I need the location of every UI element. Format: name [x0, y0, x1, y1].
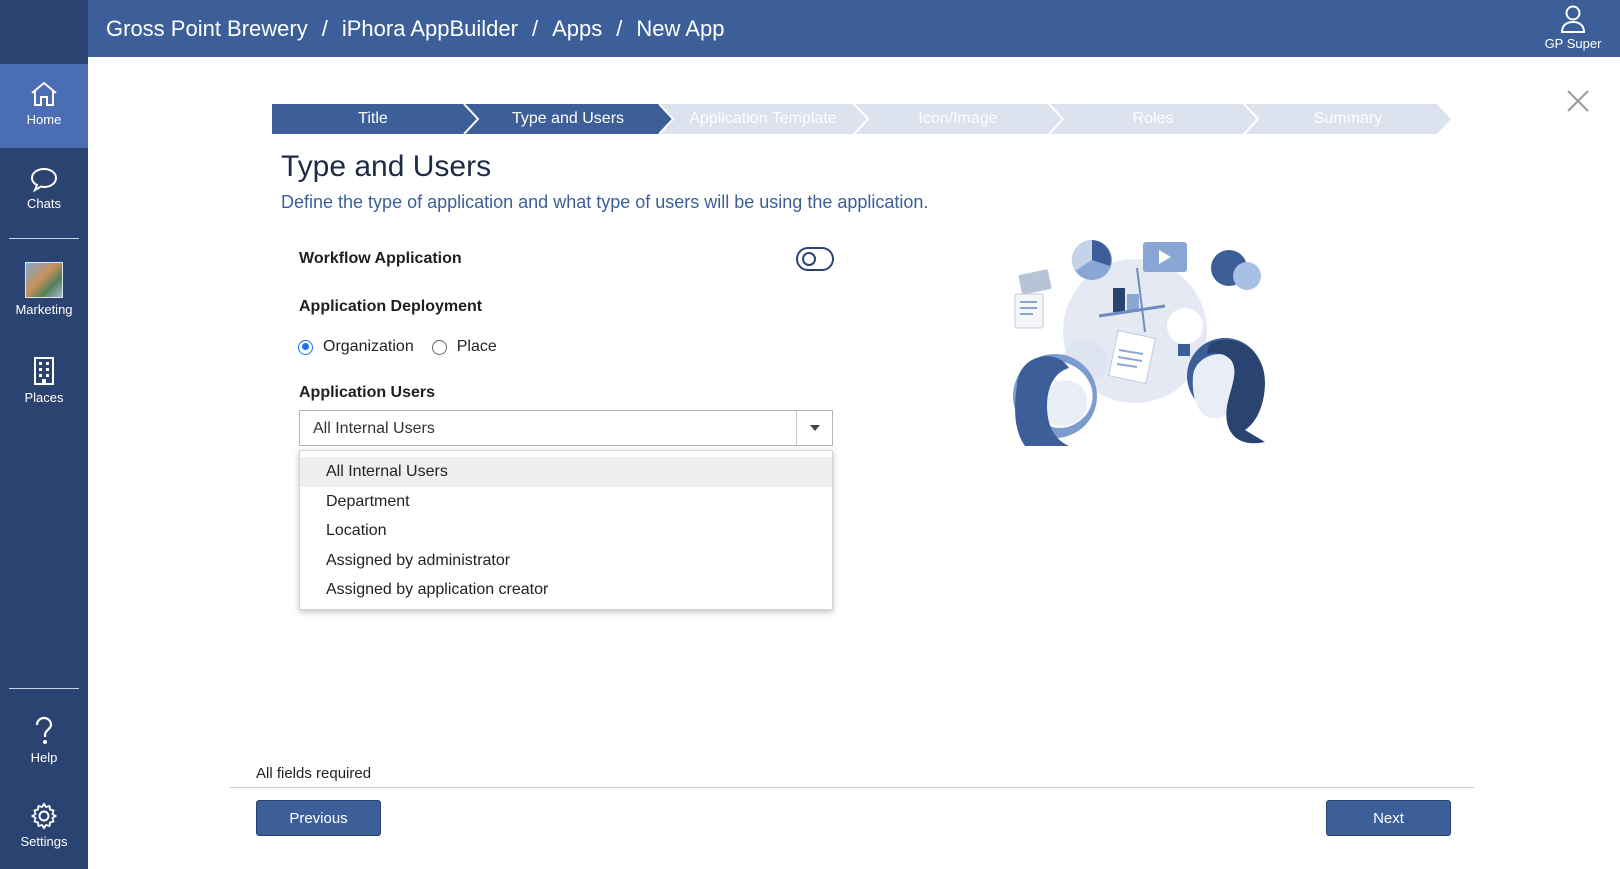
user-menu[interactable]: GP Super — [1540, 4, 1606, 51]
dropdown-option[interactable]: Location — [300, 516, 832, 546]
breadcrumb-separator: / — [531, 16, 539, 41]
deployment-radio-group: Organization Place — [298, 338, 515, 356]
sidebar-divider — [9, 238, 79, 239]
dropdown-option[interactable]: All Internal Users — [300, 457, 832, 487]
breadcrumb-item[interactable]: Apps — [552, 16, 602, 42]
deployment-label: Application Deployment — [299, 298, 483, 315]
radio-label: Organization — [323, 338, 414, 355]
required-fields-note: All fields required — [256, 765, 372, 782]
users-dropdown-menu: All Internal Users Department Location A… — [299, 450, 833, 610]
close-icon[interactable] — [1563, 86, 1593, 116]
sidebar-item-help[interactable]: Help — [0, 716, 88, 776]
caret-down-icon[interactable] — [796, 411, 832, 445]
step-type-and-users[interactable]: Type and Users — [478, 110, 658, 128]
sidebar-item-places[interactable]: Places — [0, 356, 88, 416]
breadcrumb-separator: / — [321, 16, 328, 41]
radio-dot — [431, 339, 447, 355]
page-subtitle: Define the type of application and what … — [281, 192, 929, 212]
marketing-thumbnail — [25, 262, 63, 298]
breadcrumb: Gross Point Brewery / iPhora AppBuilder … — [106, 16, 724, 42]
wizard-stepper: Title Type and Users Application Templat… — [272, 104, 1452, 134]
dropdown-option[interactable]: Department — [300, 487, 832, 517]
dropdown-option[interactable]: Assigned by application creator — [300, 575, 832, 605]
building-icon — [34, 357, 54, 385]
sidebar-item-label: Help — [30, 750, 58, 765]
step-application-template[interactable]: Application Template — [673, 110, 853, 128]
radio-label: Place — [456, 338, 497, 355]
step-roles[interactable]: Roles — [1063, 110, 1243, 128]
user-name: GP Super — [1544, 36, 1602, 51]
radio-place[interactable]: Place — [431, 338, 497, 356]
sidebar-item-label: Marketing — [15, 302, 73, 317]
breadcrumb-item[interactable]: Gross Point Brewery — [106, 16, 308, 42]
footer-divider — [230, 787, 1474, 788]
dropdown-option[interactable]: Assigned by administrator — [300, 546, 832, 576]
users-label: Application Users — [299, 384, 436, 401]
sidebar-item-chats[interactable]: Chats — [0, 148, 88, 232]
sidebar-item-label: Places — [24, 390, 64, 405]
gear-icon — [30, 802, 58, 830]
previous-button[interactable]: Previous — [256, 800, 381, 836]
sidebar-item-label: Chats — [27, 196, 61, 211]
sidebar-item-label: Home — [26, 112, 62, 127]
home-icon — [31, 81, 57, 106]
users-select[interactable]: All Internal Users — [299, 410, 833, 446]
step-icon-image[interactable]: Icon/Image — [868, 110, 1048, 128]
sidebar-item-label: Settings — [20, 834, 68, 849]
sidebar-item-settings[interactable]: Settings — [0, 802, 88, 862]
page-title: Type and Users — [281, 150, 492, 183]
radio-dot-selected — [298, 339, 313, 355]
next-button[interactable]: Next — [1326, 800, 1451, 836]
sidebar: Home Chats Marketing Places Help Setting… — [0, 0, 88, 869]
workflow-label: Workflow Application — [299, 250, 462, 267]
workflow-toggle[interactable] — [796, 247, 834, 271]
users-select-value: All Internal Users — [313, 420, 435, 437]
user-icon — [1560, 5, 1586, 33]
chat-icon — [30, 167, 58, 192]
sidebar-divider — [9, 688, 79, 689]
radio-organization[interactable]: Organization — [298, 338, 414, 356]
step-summary[interactable]: Summary — [1258, 110, 1438, 128]
breadcrumb-item-current: New App — [636, 16, 725, 41]
sidebar-item-marketing[interactable]: Marketing — [0, 262, 88, 332]
sidebar-item-home[interactable]: Home — [0, 64, 88, 148]
toggle-knob — [802, 252, 816, 266]
breadcrumb-item[interactable]: iPhora AppBuilder — [342, 16, 518, 42]
step-title[interactable]: Title — [283, 110, 463, 128]
help-icon — [35, 716, 53, 744]
people-chat-illustration — [1013, 239, 1265, 446]
top-header: Gross Point Brewery / iPhora AppBuilder … — [88, 0, 1620, 57]
breadcrumb-separator: / — [616, 16, 623, 41]
